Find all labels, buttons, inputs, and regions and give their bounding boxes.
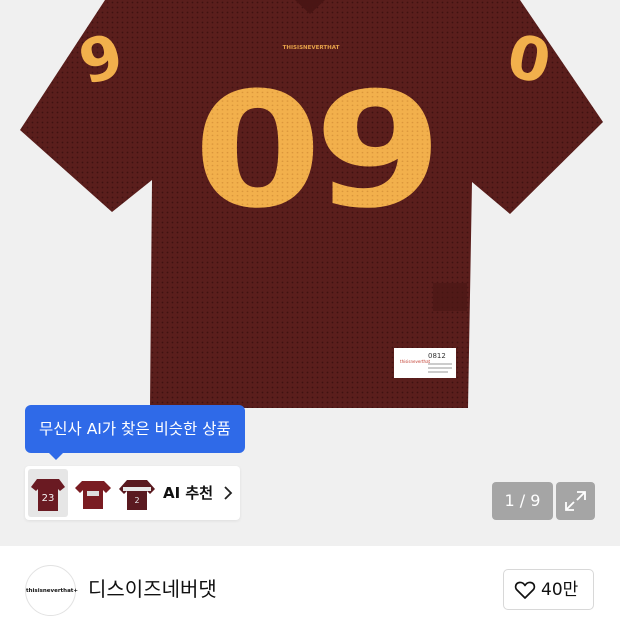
like-button[interactable]: 40만 — [503, 569, 594, 610]
expand-image-button[interactable] — [556, 482, 595, 520]
expand-icon — [565, 491, 586, 511]
svg-text:2: 2 — [134, 496, 139, 505]
ai-thumbnail-3[interactable]: 2 — [117, 469, 157, 517]
chest-logo: THISISNEVERTHAT — [283, 45, 340, 51]
jersey-number: 09 — [193, 58, 434, 243]
brand-name[interactable]: 디스이즈네버댓 — [88, 574, 217, 604]
ai-similar-products-tooltip[interactable]: 무신사 AI가 찾은 비슷한 상품 — [25, 405, 245, 460]
svg-text:23: 23 — [42, 493, 55, 504]
image-counter: 1 / 9 — [492, 482, 553, 520]
ai-recommendation-button[interactable]: 23 2 AI 추천 — [25, 466, 240, 520]
ai-recommendation-label: AI 추천 — [163, 484, 214, 502]
svg-text:0812: 0812 — [428, 352, 446, 360]
like-count: 40만 — [541, 580, 579, 600]
product-image[interactable]: THISISNEVERTHAT 09 9 0 thisisneverthat 0… — [0, 0, 620, 546]
product-image-area[interactable]: THISISNEVERTHAT 09 9 0 thisisneverthat 0… — [0, 0, 620, 546]
ai-thumbnail-2[interactable] — [73, 469, 113, 517]
chevron-right-icon — [224, 486, 233, 500]
brand-logo[interactable]: thisisneverthat+ — [25, 565, 78, 616]
ai-thumbnail-1[interactable]: 23 — [28, 469, 68, 517]
svg-text:thisisneverthat: thisisneverthat — [400, 359, 431, 364]
heart-icon — [514, 581, 536, 599]
